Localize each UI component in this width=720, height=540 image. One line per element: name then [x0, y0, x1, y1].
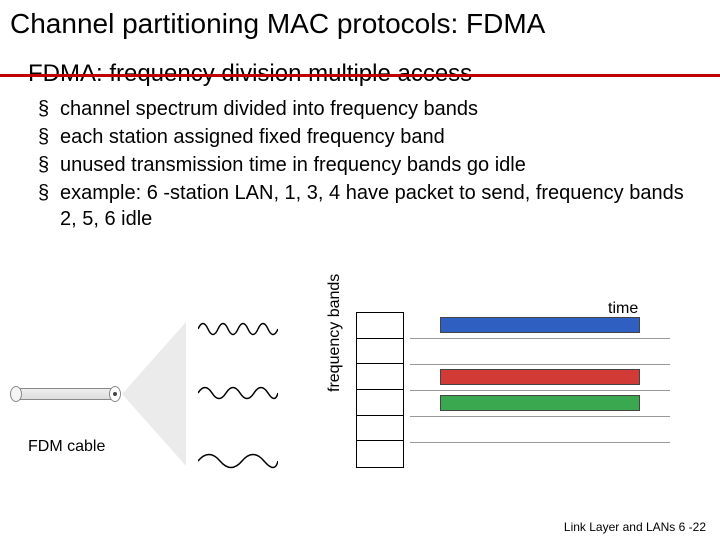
cable-label: FDM cable	[28, 438, 105, 456]
band-row	[357, 441, 403, 467]
band-row	[357, 390, 403, 416]
list-item: each station assigned fixed frequency ba…	[60, 124, 700, 150]
packet-bar-band1	[440, 317, 640, 333]
active-bars	[410, 312, 670, 468]
yaxis-label: frequency bands	[326, 274, 344, 392]
band-row	[357, 313, 403, 339]
fdm-cable-icon	[10, 382, 130, 406]
list-item: example: 6 -station LAN, 1, 3, 4 have pa…	[60, 180, 700, 232]
wave-high-icon	[198, 318, 278, 340]
bullet-list: channel spectrum divided into frequency …	[0, 96, 720, 232]
list-item: channel spectrum divided into frequency …	[60, 96, 700, 122]
frequency-band-grid	[356, 312, 404, 468]
band-row	[357, 416, 403, 442]
slide-footer: Link Layer and LANs 6 -22	[564, 520, 706, 534]
signal-cone	[122, 322, 186, 466]
title-underline	[0, 74, 720, 77]
wave-low-icon	[198, 450, 278, 472]
packet-bar-band4	[440, 395, 640, 411]
slide-title: Channel partitioning MAC protocols: FDMA	[0, 0, 720, 40]
list-item: unused transmission time in frequency ba…	[60, 152, 700, 178]
slide-subtitle: FDMA: frequency division multiple access	[0, 40, 720, 96]
wave-med-icon	[198, 382, 278, 404]
fdma-diagram: FDM cable frequency bands time	[0, 300, 720, 520]
band-row	[357, 339, 403, 365]
band-row	[357, 364, 403, 390]
packet-bar-band3	[440, 369, 640, 385]
